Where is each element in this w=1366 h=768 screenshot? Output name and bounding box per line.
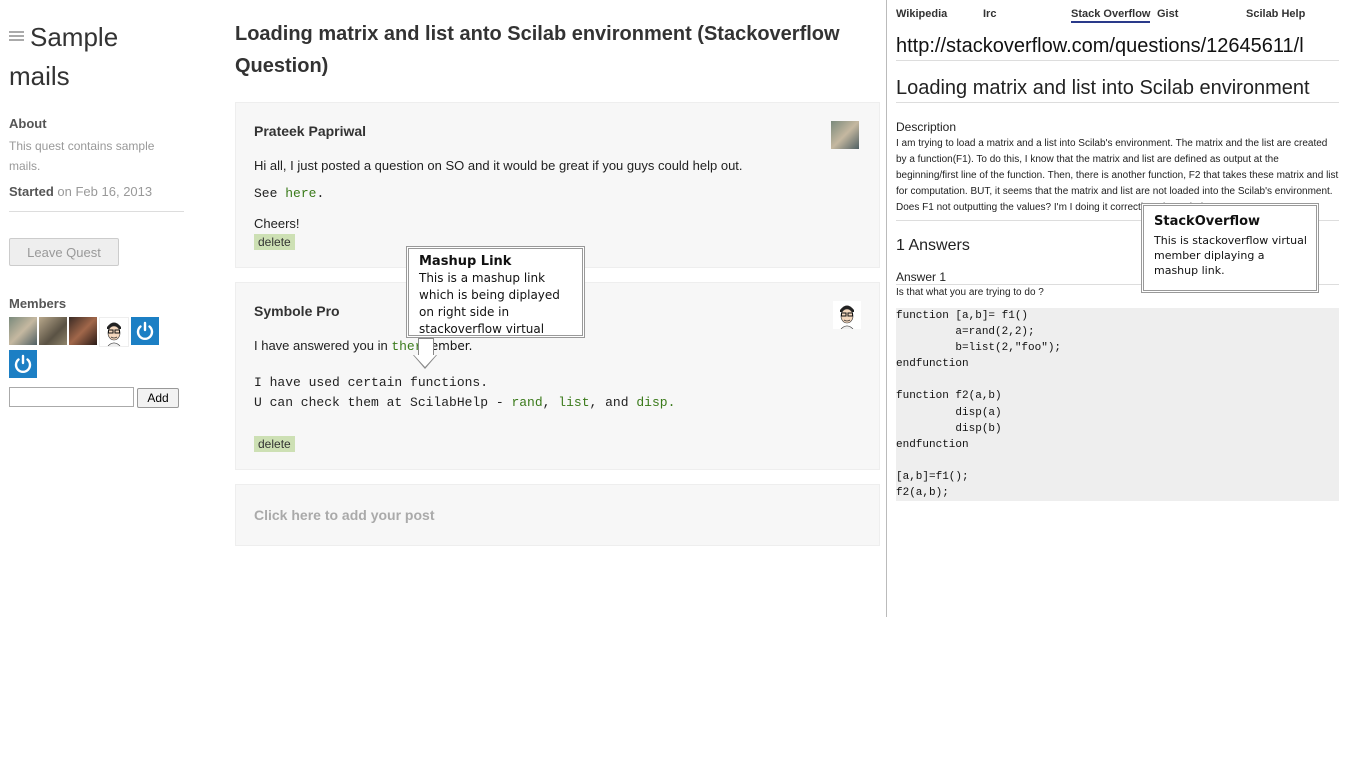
tab-gist[interactable]: Gist (1157, 8, 1178, 20)
member-avatar[interactable] (99, 317, 129, 347)
mashup-callout: Mashup Link This is a mashup link which … (406, 246, 585, 353)
started-info: Started on Feb 16, 2013 (9, 184, 184, 212)
callout-title: Mashup Link (419, 254, 512, 269)
tab-wikipedia[interactable]: Wikipedia (896, 8, 947, 20)
post-text: U can check them at ScilabHelp - rand, l… (254, 394, 861, 412)
post-avatar[interactable] (833, 301, 861, 330)
about-label: About (9, 116, 47, 131)
post-text: I have used certain functions. (254, 375, 489, 390)
callout-text: This is stackoverflow virtual member dip… (1154, 234, 1307, 277)
period: . (667, 395, 676, 410)
comma: , (542, 395, 551, 410)
delete-button[interactable]: delete (254, 436, 295, 452)
question-title: Loading matrix and list into Scilab envi… (896, 77, 1339, 103)
stackoverflow-panel: Wikipedia Irc Stack Overflow Gist Scilab… (896, 0, 1339, 768)
post-author[interactable]: Prateek Papriwal (254, 123, 861, 139)
code-block: function [a,b]= f1() a=rand(2,2); b=list… (896, 308, 1339, 502)
power-icon[interactable] (131, 317, 159, 345)
menu-icon[interactable] (9, 29, 24, 43)
here-link[interactable]: here (285, 186, 316, 201)
leave-quest-button[interactable]: Leave Quest (9, 238, 119, 266)
quest-title: Sample mails (9, 18, 184, 96)
see-end: . (316, 186, 325, 201)
member-avatar[interactable] (69, 317, 97, 345)
post-text: Hi all, I just posted a question on SO a… (254, 158, 743, 173)
list-link[interactable]: list (558, 395, 589, 410)
started-date: on Feb 16, 2013 (57, 184, 153, 199)
post: Prateek Papriwal Hi all, I just posted a… (235, 102, 880, 268)
question-url[interactable]: http://stackoverflow.com/questions/12645… (896, 35, 1339, 61)
member-avatar[interactable] (39, 317, 67, 345)
post-text: Cheers! (254, 216, 300, 231)
arrow-head-inner-icon (414, 355, 436, 367)
description-label: Description (896, 120, 957, 134)
callout-title: StackOverflow (1154, 214, 1261, 229)
started-label: Started (9, 184, 54, 199)
tab-stackoverflow[interactable]: Stack Overflow (1071, 8, 1151, 23)
tab-irc[interactable]: Irc (983, 8, 996, 20)
rand-link[interactable]: rand (511, 395, 542, 410)
page-title: Loading matrix and list anto Scilab envi… (235, 23, 840, 77)
add-member-input[interactable] (9, 387, 134, 407)
member-avatar[interactable] (9, 317, 37, 345)
scilabhelp-text: U can check them at ScilabHelp - (254, 395, 504, 410)
stackoverflow-callout: StackOverflow This is stackoverflow virt… (1141, 203, 1319, 293)
power-icon[interactable] (9, 350, 37, 378)
answer-text: I have answered you in (254, 338, 388, 353)
mashup-tabs: Wikipedia Irc Stack Overflow Gist Scilab… (896, 0, 1339, 28)
callout-text: This is a mashup link which is being dip… (419, 271, 560, 353)
see-text: See (254, 186, 278, 201)
add-post-button[interactable]: Click here to add your post (235, 484, 880, 546)
delete-button[interactable]: delete (254, 234, 295, 250)
disp-link[interactable]: disp (636, 395, 667, 410)
add-member-row: Add (9, 381, 184, 408)
add-member-button[interactable]: Add (137, 387, 179, 408)
and-text: , and (589, 395, 629, 410)
about-text: This quest contains sample mails. (9, 139, 155, 173)
members-label: Members (9, 296, 67, 311)
post-avatar[interactable] (831, 121, 859, 149)
sidebar: Sample mails About This quest contains s… (9, 18, 184, 408)
members-list (9, 317, 169, 381)
panel-divider (886, 0, 887, 617)
quest-title-text: Sample mails (9, 22, 119, 91)
tab-scilab-help[interactable]: Scilab Help (1246, 8, 1305, 20)
post-text: See here. (254, 185, 861, 203)
